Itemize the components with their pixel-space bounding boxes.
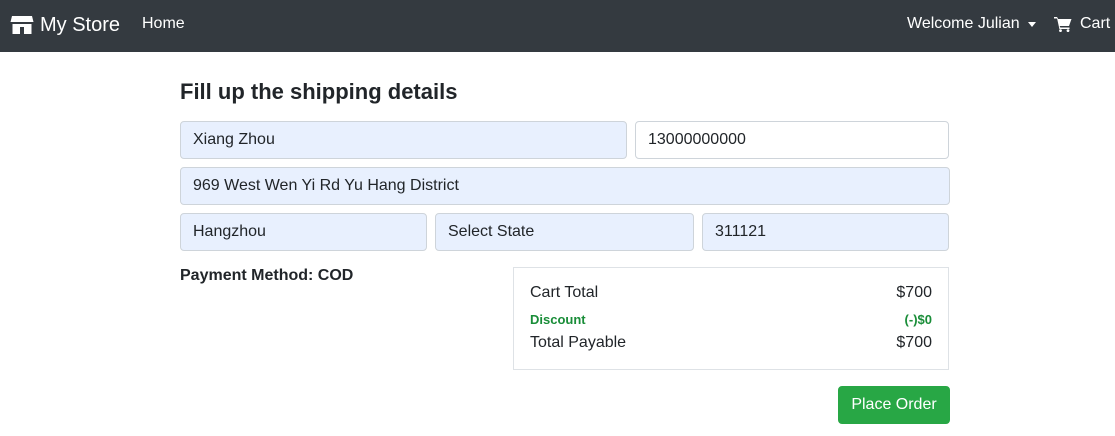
state-select[interactable]: Select State — [435, 213, 694, 251]
store-icon — [10, 16, 34, 34]
cart-icon — [1054, 17, 1072, 32]
cart-label: Cart — [1080, 15, 1111, 32]
brand-link[interactable]: My Store — [10, 12, 120, 38]
cart-total-value: $700 — [896, 284, 932, 301]
order-summary: Cart Total $700 Discount (-)$0 Total Pay… — [513, 267, 949, 370]
user-menu-dropdown[interactable]: Welcome Julian — [907, 15, 1036, 33]
cart-total-row: Cart Total $700 — [530, 284, 932, 302]
payment-method-value: COD — [317, 267, 354, 284]
total-payable-row: Total Payable $700 — [530, 334, 932, 352]
top-navbar: My Store Home Welcome Julian Cart — [0, 0, 1115, 52]
discount-value: (-)$0 — [904, 312, 932, 327]
phone-field[interactable] — [635, 121, 949, 159]
discount-label: Discount — [530, 312, 586, 327]
address-field[interactable] — [180, 167, 950, 205]
user-welcome-text: Welcome Julian — [907, 15, 1020, 32]
cart-total-label: Cart Total — [530, 284, 599, 301]
total-payable-label: Total Payable — [530, 334, 627, 351]
page-title: Fill up the shipping details — [180, 79, 458, 104]
brand-name: My Store — [40, 13, 121, 36]
state-select-value: Select State — [448, 223, 535, 240]
caret-down-icon — [1027, 21, 1036, 27]
nav-home-link[interactable]: Home — [142, 15, 185, 33]
city-field[interactable] — [180, 213, 427, 251]
payment-method: Payment Method: COD — [180, 267, 353, 285]
total-payable-value: $700 — [896, 334, 932, 351]
full-name-field[interactable] — [180, 121, 627, 159]
place-order-button[interactable]: Place Order — [838, 386, 950, 424]
zip-field[interactable] — [702, 213, 949, 251]
payment-method-label: Payment Method: — [180, 267, 314, 284]
discount-row: Discount (-)$0 — [530, 312, 932, 327]
cart-link[interactable]: Cart — [1054, 15, 1110, 33]
